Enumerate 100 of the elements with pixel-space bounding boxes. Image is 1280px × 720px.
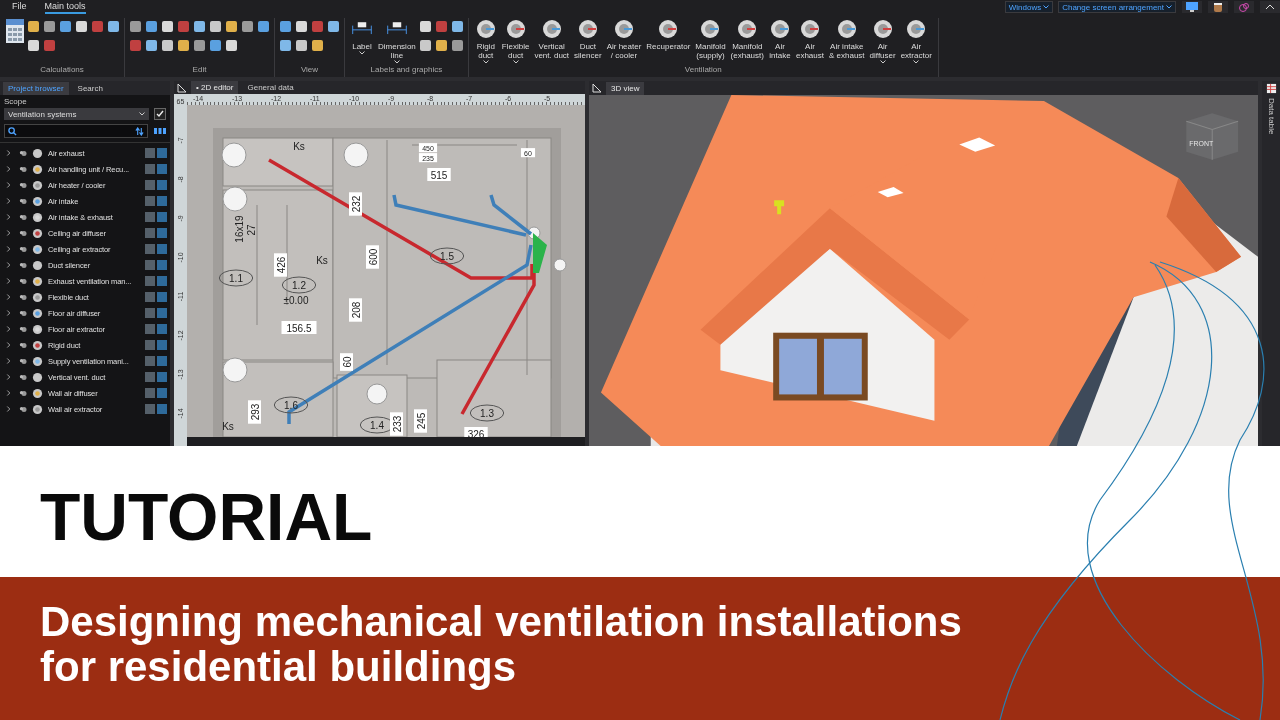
bulb-icon[interactable]	[19, 165, 29, 173]
bulb-icon[interactable]	[19, 373, 29, 381]
tool-icon[interactable]	[451, 21, 463, 32]
grid-button[interactable]	[157, 244, 167, 255]
columns-icon[interactable]	[154, 128, 166, 135]
properties-button[interactable]	[145, 244, 155, 255]
grid-button[interactable]	[157, 228, 167, 239]
caret-icon	[482, 60, 489, 64]
tool-icon[interactable]	[419, 21, 431, 32]
tool-icon[interactable]	[451, 40, 463, 51]
plan-label: 1.1	[218, 269, 254, 287]
bulb-icon[interactable]	[19, 197, 29, 205]
grid-button[interactable]	[157, 404, 167, 415]
grid-button[interactable]	[157, 324, 167, 335]
ribbon-button[interactable]: Duct silencer	[573, 18, 603, 60]
side-panel-tab[interactable]: Data table	[1266, 98, 1276, 135]
ribbon-button[interactable]: Air heater / cooler	[605, 18, 643, 60]
calculator-icon[interactable]	[5, 18, 25, 46]
search-field[interactable]	[4, 124, 148, 139]
ribbon-button[interactable]: Vertical vent. duct	[533, 18, 571, 60]
panel-tab[interactable]: Search	[72, 81, 108, 95]
ribbon-button[interactable]: Label	[350, 18, 374, 55]
scope-dropdown[interactable]: Ventilation systems	[4, 108, 149, 121]
ribbon-button[interactable]: Rigid duct	[473, 18, 498, 64]
plan-label: 293	[248, 400, 261, 424]
ribbon-button[interactable]: Manifold (exhaust)	[729, 18, 765, 60]
document-tab[interactable]: • 2D editor	[191, 81, 239, 95]
properties-button[interactable]	[145, 276, 155, 287]
grid-button[interactable]	[157, 260, 167, 271]
grid-button[interactable]	[157, 180, 167, 191]
object-icon	[32, 339, 43, 351]
bulb-icon[interactable]	[19, 149, 29, 157]
tool-icon[interactable]	[435, 40, 447, 51]
ribbon-button[interactable]: Flexible duct	[500, 18, 531, 64]
menu-tab[interactable]: Main tools	[44, 0, 86, 14]
properties-button[interactable]	[145, 212, 155, 223]
table-icon[interactable]	[1265, 83, 1277, 95]
grid-button[interactable]	[157, 148, 167, 159]
bulb-icon[interactable]	[19, 213, 29, 221]
bulb-icon[interactable]	[19, 229, 29, 237]
properties-button[interactable]	[145, 340, 155, 351]
grid-button[interactable]	[157, 196, 167, 207]
coffee-cup-icon[interactable]	[1208, 1, 1228, 13]
properties-button[interactable]	[145, 180, 155, 191]
monitor-icon[interactable]	[1182, 1, 1202, 13]
properties-button[interactable]	[145, 388, 155, 399]
ribbon-button[interactable]: Air intake & exhaust	[828, 18, 866, 60]
properties-button[interactable]	[145, 228, 155, 239]
bulb-icon[interactable]	[19, 389, 29, 397]
object-icon	[32, 387, 43, 399]
grid-button[interactable]	[157, 372, 167, 383]
window-dropdown[interactable]: Change screen arrangement	[1058, 1, 1176, 13]
properties-button[interactable]	[145, 196, 155, 207]
ribbon-button[interactable]: Air extractor	[899, 18, 933, 64]
properties-button[interactable]	[145, 260, 155, 271]
window-dropdown[interactable]: Windows	[1004, 1, 1054, 13]
fitting-icon	[799, 18, 821, 40]
grid-button[interactable]	[157, 340, 167, 351]
fixture-symbol	[366, 383, 388, 405]
sort-arrows-icon[interactable]	[135, 126, 144, 136]
bulb-icon[interactable]	[19, 405, 29, 413]
ribbon-button[interactable]: Air diffuser	[868, 18, 897, 64]
document-tab[interactable]: 3D view	[606, 81, 645, 95]
grid-button[interactable]	[157, 164, 167, 175]
object-icon	[32, 147, 43, 159]
checkbox[interactable]	[154, 108, 166, 121]
bulb-icon[interactable]	[19, 357, 29, 365]
grid-button[interactable]	[157, 212, 167, 223]
bulb-icon[interactable]	[19, 293, 29, 301]
ribbon-button[interactable]: Manifold (supply)	[694, 18, 727, 60]
grid-button[interactable]	[157, 308, 167, 319]
menu-tab[interactable]: File	[12, 0, 27, 14]
properties-button[interactable]	[145, 324, 155, 335]
object-icon	[32, 371, 43, 383]
grid-button[interactable]	[157, 276, 167, 287]
grid-button[interactable]	[157, 388, 167, 399]
properties-button[interactable]	[145, 372, 155, 383]
collapse-icon[interactable]	[1260, 1, 1280, 13]
properties-button[interactable]	[145, 356, 155, 367]
bulb-icon[interactable]	[19, 277, 29, 285]
properties-button[interactable]	[145, 404, 155, 415]
bulb-icon[interactable]	[19, 341, 29, 349]
properties-button[interactable]	[145, 308, 155, 319]
properties-button[interactable]	[145, 164, 155, 175]
panel-tab[interactable]: Project browser	[3, 81, 69, 95]
bulb-icon[interactable]	[19, 325, 29, 333]
grid-button[interactable]	[157, 292, 167, 303]
bulb-icon[interactable]	[19, 245, 29, 253]
bulb-icon[interactable]	[19, 261, 29, 269]
bulb-icon[interactable]	[19, 309, 29, 317]
properties-button[interactable]	[145, 148, 155, 159]
ribbon-button[interactable]: Dimension line	[377, 18, 417, 64]
document-tab[interactable]: General data	[242, 81, 299, 95]
ribbon-button[interactable]: Recuperator	[645, 18, 692, 51]
tool-icon[interactable]	[419, 40, 431, 51]
properties-button[interactable]	[145, 292, 155, 303]
bulb-icon[interactable]	[19, 181, 29, 189]
ribbon-button[interactable]: Air intake	[767, 18, 792, 60]
grid-button[interactable]	[157, 356, 167, 367]
ribbon-button[interactable]: Air exhaust	[794, 18, 825, 60]
